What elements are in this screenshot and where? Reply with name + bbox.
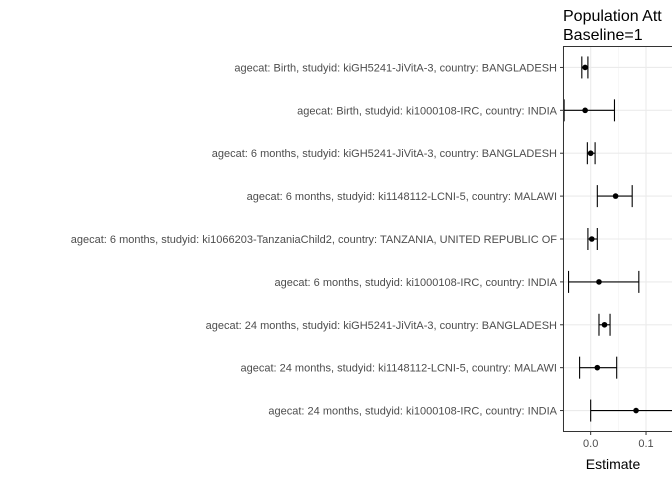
estimate-point — [601, 321, 608, 328]
forest-plot: Population Att Baseline=1 agecat: Birth,… — [71, 8, 672, 472]
x-axis: 0.0 0.1 — [583, 432, 654, 450]
category-labels: agecat: Birth, studyid: kiGH5241-JiVitA-… — [71, 62, 563, 418]
estimate-point — [582, 64, 588, 71]
estimate-point — [582, 107, 588, 114]
category-label: agecat: 24 months, studyid: kiGH5241-JiV… — [206, 320, 557, 332]
estimate-point — [588, 236, 595, 242]
category-label: agecat: Birth, studyid: ki1000108-IRC, c… — [297, 105, 558, 117]
chart-title-line-2: Baseline=1 — [563, 27, 643, 44]
estimate-point — [596, 279, 602, 285]
category-label: agecat: 6 months, studyid: ki1000108-IRC… — [275, 277, 558, 289]
chart-title: Population Att Baseline=1 — [563, 8, 662, 44]
category-label: agecat: 6 months, studyid: ki1148112-LCN… — [247, 191, 557, 203]
category-label: agecat: 24 months, studyid: ki1148112-LC… — [240, 363, 557, 375]
estimate-point — [612, 193, 619, 199]
chart-title-line-1: Population Att — [563, 8, 662, 25]
x-tick-label: 0.0 — [583, 438, 598, 450]
category-label: agecat: Birth, studyid: kiGH5241-JiVitA-… — [234, 62, 557, 74]
estimate-point — [633, 407, 639, 414]
x-axis-title: Estimate — [586, 456, 641, 472]
category-label: agecat: 6 months, studyid: ki1066203-Tan… — [71, 234, 558, 246]
category-label: agecat: 6 months, studyid: kiGH5241-JiVi… — [212, 148, 557, 160]
estimate-point — [594, 364, 601, 371]
category-label: agecat: 24 months, studyid: ki1000108-IR… — [268, 406, 557, 418]
estimate-point — [587, 150, 594, 157]
x-tick-label: 0.1 — [638, 438, 653, 450]
